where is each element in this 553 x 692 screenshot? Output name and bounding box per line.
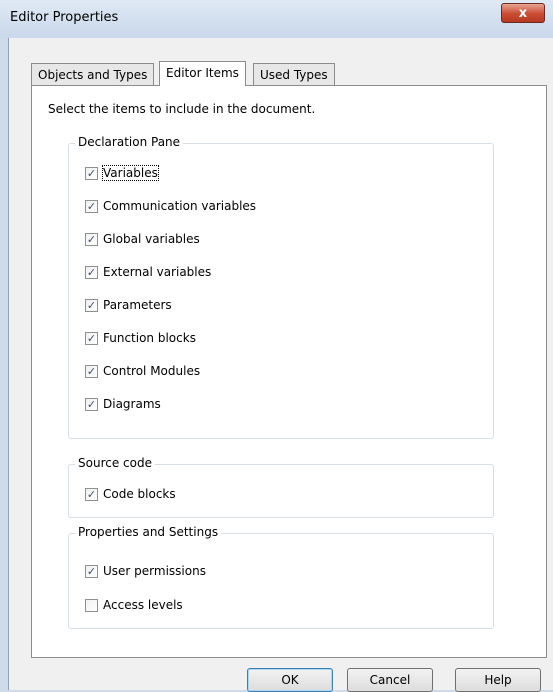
declaration-pane-group: Declaration Pane ✓ Variables ✓ Communica… bbox=[68, 135, 494, 439]
cancel-button[interactable]: Cancel bbox=[347, 668, 433, 692]
checkbox-checked-icon: ✓ bbox=[85, 564, 98, 578]
checkbox-checked-icon: ✓ bbox=[85, 232, 98, 246]
close-button[interactable]: x bbox=[501, 3, 545, 23]
instruction-text: Select the items to include in the docum… bbox=[48, 102, 316, 116]
checkbox-label: User permissions bbox=[103, 564, 206, 578]
checkbox-access-levels[interactable]: Access levels bbox=[85, 598, 183, 612]
checkbox-checked-icon: ✓ bbox=[85, 331, 98, 345]
checkbox-external-variables[interactable]: ✓ External variables bbox=[85, 265, 211, 279]
checkbox-label: Function blocks bbox=[103, 331, 196, 345]
checkbox-checked-icon: ✓ bbox=[85, 166, 98, 180]
checkbox-parameters[interactable]: ✓ Parameters bbox=[85, 298, 172, 312]
checkbox-checked-icon: ✓ bbox=[85, 199, 98, 213]
help-button[interactable]: Help bbox=[455, 668, 541, 692]
window-title: Editor Properties bbox=[10, 10, 119, 25]
tab-label: Editor Items bbox=[166, 66, 239, 80]
tab-editor-items[interactable]: Editor Items bbox=[159, 61, 246, 86]
checkbox-label: Variables bbox=[102, 165, 159, 181]
source-code-group: Source code ✓ Code blocks bbox=[68, 456, 494, 518]
checkbox-code-blocks[interactable]: ✓ Code blocks bbox=[85, 487, 176, 501]
checkbox-checked-icon: ✓ bbox=[85, 397, 98, 411]
checkbox-control-modules[interactable]: ✓ Control Modules bbox=[85, 364, 200, 378]
properties-and-settings-group: Properties and Settings ✓ User permissio… bbox=[68, 525, 494, 629]
checkbox-checked-icon: ✓ bbox=[85, 298, 98, 312]
ok-button[interactable]: OK bbox=[247, 668, 333, 692]
checkbox-label: Access levels bbox=[103, 598, 183, 612]
tab-used-types[interactable]: Used Types bbox=[253, 63, 335, 86]
checkbox-checked-icon: ✓ bbox=[85, 265, 98, 279]
group-title: Declaration Pane bbox=[75, 135, 184, 149]
group-title: Properties and Settings bbox=[75, 525, 222, 539]
cancel-label: Cancel bbox=[369, 673, 411, 687]
checkbox-label: Communication variables bbox=[103, 199, 257, 213]
dialog-client: Objects and Types Editor Items Used Type… bbox=[8, 38, 553, 692]
checkbox-label: Diagrams bbox=[103, 397, 161, 411]
button-bar: OK Cancel Help bbox=[9, 656, 553, 692]
checkbox-checked-icon: ✓ bbox=[85, 487, 98, 501]
checkbox-variables[interactable]: ✓ Variables bbox=[85, 165, 159, 181]
checkbox-function-blocks[interactable]: ✓ Function blocks bbox=[85, 331, 196, 345]
ok-label: OK bbox=[281, 673, 299, 687]
tab-label: Objects and Types bbox=[38, 68, 148, 82]
group-title: Source code bbox=[75, 456, 155, 470]
tab-objects-and-types[interactable]: Objects and Types bbox=[31, 63, 155, 86]
checkbox-user-permissions[interactable]: ✓ User permissions bbox=[85, 564, 206, 578]
checkbox-communication-variables[interactable]: ✓ Communication variables bbox=[85, 199, 256, 213]
checkbox-diagrams[interactable]: ✓ Diagrams bbox=[85, 397, 161, 411]
editor-items-page: Select the items to include in the docum… bbox=[31, 85, 547, 658]
close-icon: x bbox=[518, 5, 528, 21]
checkbox-label: Global variables bbox=[103, 232, 200, 246]
checkbox-global-variables[interactable]: ✓ Global variables bbox=[85, 232, 200, 246]
tab-label: Used Types bbox=[260, 68, 328, 82]
checkbox-checked-icon: ✓ bbox=[85, 364, 98, 378]
checkbox-label: Code blocks bbox=[103, 487, 176, 501]
checkbox-label: Parameters bbox=[103, 298, 172, 312]
checkbox-label: External variables bbox=[103, 265, 212, 279]
checkbox-label: Control Modules bbox=[103, 364, 201, 378]
help-label: Help bbox=[484, 673, 512, 687]
title-bar: Editor Properties x bbox=[0, 0, 553, 38]
checkbox-unchecked-icon bbox=[85, 598, 98, 612]
